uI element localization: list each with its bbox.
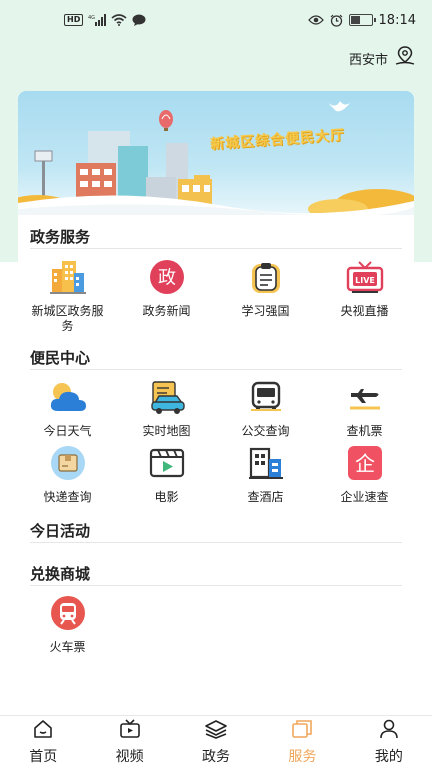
location-selector[interactable]: 西安市 <box>349 46 416 70</box>
gov-news-glyph: 政 <box>158 268 176 289</box>
grid-item-weather[interactable]: 今日天气 <box>18 377 117 439</box>
grid-item-express[interactable]: 快递查询 <box>18 443 117 505</box>
signal-icon: 4G <box>88 14 107 26</box>
status-time: 18:14 <box>378 12 416 28</box>
bottom-tab-bar: 首页 视频 政务 服务 我的 <box>0 715 432 768</box>
eye-icon <box>307 14 324 26</box>
grid-item-label: 央视直播 <box>340 304 389 318</box>
grid-item-cctv-live[interactable]: LIVE 央视直播 <box>315 257 414 319</box>
grid-item-label: 公交查询 <box>241 424 290 438</box>
network-type-label: 4G <box>88 15 95 21</box>
grid-item-label: 火车票 <box>49 640 86 654</box>
grid-item-movie[interactable]: 电影 <box>117 443 216 505</box>
grid-item-train[interactable]: 火车票 <box>18 593 117 655</box>
message-icon <box>132 14 146 26</box>
grid-item-label: 查机票 <box>346 424 383 438</box>
video-icon <box>119 718 141 743</box>
hd-badge: HD <box>64 14 84 26</box>
train-icon <box>48 593 88 633</box>
battery-icon <box>348 14 376 26</box>
tab-label: 首页 <box>29 748 58 765</box>
bus-icon <box>246 377 286 417</box>
weather-icon <box>48 377 88 417</box>
tab-profile[interactable]: 我的 <box>346 716 432 768</box>
grid-item-label: 学习强国 <box>241 304 290 318</box>
grid-item-flight[interactable]: 查机票 <box>315 377 414 439</box>
clipboard-icon <box>246 257 286 297</box>
grid-item-label: 实时地图 <box>142 424 191 438</box>
tv-live-icon: LIVE <box>345 257 385 297</box>
grid-item-label: 新城区政务服务 <box>31 304 104 333</box>
section-title-gov: 政务服务 <box>30 228 91 246</box>
tab-label: 政务 <box>202 748 231 765</box>
home-icon <box>32 719 54 743</box>
status-bar: HD 4G 18:14 <box>0 0 432 40</box>
enterprise-glyph: 企 <box>355 452 375 476</box>
main-card: 新城区综合便民大厅 政务服务 新城区政务服务 政 政务新闻 学习强国 LIVE … <box>18 91 414 719</box>
tab-label: 视频 <box>115 748 144 765</box>
tab-gov[interactable]: 政务 <box>173 716 259 768</box>
building-icon <box>48 257 88 297</box>
section-title-today: 今日活动 <box>30 522 91 540</box>
city-label: 西安市 <box>348 52 388 68</box>
section-title-life: 便民中心 <box>30 349 91 367</box>
status-left: HD 4G <box>64 14 146 26</box>
alarm-icon <box>330 14 343 27</box>
section-title-mall: 兑换商城 <box>30 565 91 583</box>
tab-home[interactable]: 首页 <box>0 716 86 768</box>
hotel-icon <box>246 443 286 483</box>
live-glyph: LIVE <box>355 276 375 285</box>
movie-icon <box>147 443 187 483</box>
section-divider <box>30 248 402 249</box>
tab-label: 服务 <box>288 748 317 765</box>
grid-item-label: 电影 <box>154 490 179 504</box>
tab-service[interactable]: 服务 <box>259 716 345 768</box>
grid-item-label: 快递查询 <box>43 490 92 504</box>
profile-icon <box>378 719 400 743</box>
map-car-icon <box>147 377 187 417</box>
tab-video[interactable]: 视频 <box>86 716 172 768</box>
layers-icon <box>204 719 228 743</box>
enterprise-icon: 企 <box>345 443 385 483</box>
status-right: 18:14 <box>307 12 416 28</box>
grid-item-label: 查酒店 <box>247 490 284 504</box>
section-divider <box>30 542 402 543</box>
grid-item-study[interactable]: 学习强国 <box>216 257 315 319</box>
grid-item-map[interactable]: 实时地图 <box>117 377 216 439</box>
tab-label: 我的 <box>374 748 403 765</box>
section-divider <box>30 369 402 370</box>
banner[interactable]: 新城区综合便民大厅 <box>18 91 414 215</box>
location-pin-icon <box>394 46 416 70</box>
grid-item-hotel[interactable]: 查酒店 <box>216 443 315 505</box>
section-divider <box>30 585 402 586</box>
grid-item-enterprise[interactable]: 企 企业速查 <box>315 443 414 505</box>
grid-item-bus[interactable]: 公交查询 <box>216 377 315 439</box>
gov-news-icon: 政 <box>147 257 187 297</box>
grid-item-gov-news[interactable]: 政 政务新闻 <box>117 257 216 319</box>
grid-item-gov-service[interactable]: 新城区政务服务 <box>18 257 117 334</box>
grid-item-label: 企业速查 <box>340 490 389 504</box>
parcel-icon <box>48 443 88 483</box>
plane-icon <box>345 377 385 417</box>
wifi-icon <box>111 14 127 26</box>
service-icon <box>291 719 313 743</box>
grid-item-label: 政务新闻 <box>142 304 191 318</box>
grid-item-label: 今日天气 <box>43 424 92 438</box>
